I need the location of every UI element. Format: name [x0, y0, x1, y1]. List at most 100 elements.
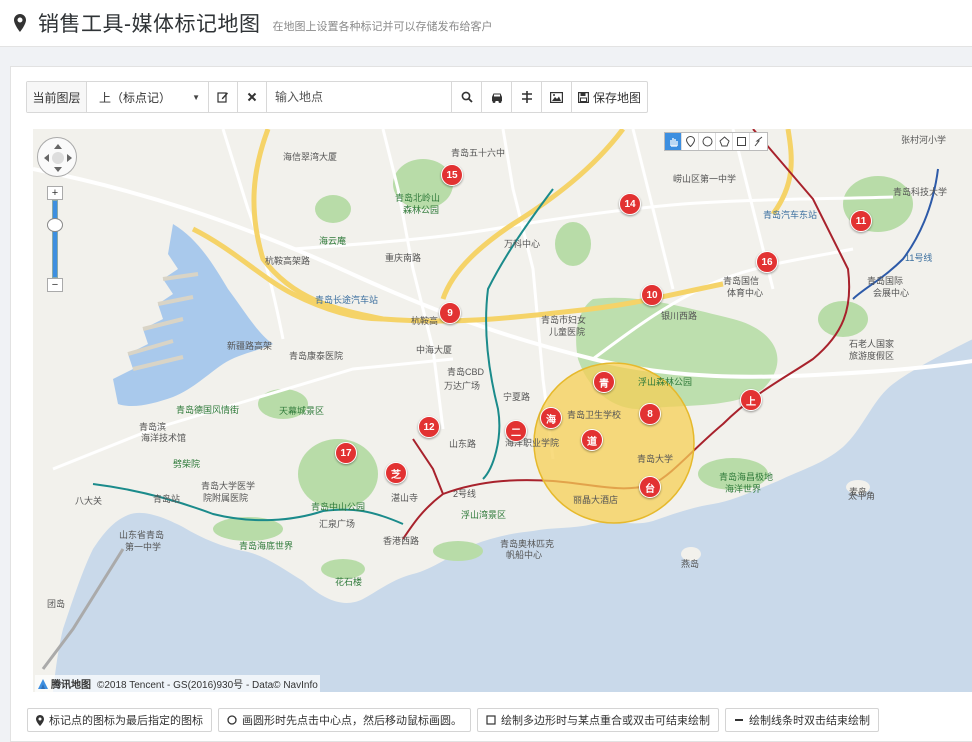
- hint-line: 绘制线条时双击结束绘制: [725, 708, 879, 732]
- poi-label: 青岛五十六中: [451, 148, 506, 158]
- page-subtitle: 在地图上设置各种标记并可以存储发布给客户: [272, 21, 493, 33]
- layer-select[interactable]: 上（标点记） ▼: [87, 82, 209, 112]
- hand-icon: [669, 138, 678, 147]
- map-marker[interactable]: 10: [641, 284, 663, 306]
- map-marker[interactable]: 15: [441, 164, 463, 186]
- poi-label: 院附属医院: [203, 493, 249, 503]
- road-button[interactable]: [512, 82, 542, 112]
- poi-label: 儿童医院: [549, 327, 586, 337]
- polyline-tool[interactable]: [750, 133, 767, 150]
- poi-label: 青岛汽车东站: [763, 210, 818, 220]
- hint-polygon: 绘制多边形时与某点重合或双击可结束绘制: [477, 708, 719, 732]
- drive-route-button[interactable]: [482, 82, 512, 112]
- hint-circle: 画圆形时先点击中心点，然后移动鼠标画圆。: [218, 708, 471, 732]
- rectangle-tool[interactable]: [733, 133, 750, 150]
- poi-label: 青岛康泰医院: [289, 351, 344, 361]
- map-marker[interactable]: 11: [850, 210, 872, 232]
- poi-label: 青岛科技大学: [893, 187, 948, 197]
- car-icon: [491, 93, 502, 103]
- map-marker[interactable]: 道: [581, 429, 603, 451]
- search-icon: [461, 91, 473, 103]
- map-canvas[interactable]: + − 海信翠湾大厦 青岛五十六中 青岛北岭山 森林公园 海云庵 万科中心 崂山…: [33, 129, 972, 692]
- poi-label: 八大关: [75, 496, 103, 506]
- poi-label: 万科中心: [504, 239, 541, 249]
- map-marker[interactable]: 芝: [385, 462, 407, 484]
- poi-label: 旅游度假区: [849, 351, 895, 361]
- map-marker[interactable]: 12: [418, 416, 440, 438]
- map-marker[interactable]: 16: [756, 251, 778, 273]
- tencent-map-icon: [38, 678, 48, 689]
- zoom-track[interactable]: [52, 200, 58, 278]
- map-base-layer: [33, 129, 972, 692]
- poi-label: 海信翠湾大厦: [283, 152, 338, 162]
- marker-tool[interactable]: [682, 133, 699, 150]
- poi-label: 2号线: [453, 489, 477, 499]
- circle-icon: [227, 715, 237, 725]
- poi-label: 银川西路: [661, 311, 698, 321]
- poi-label: 燕岛: [681, 559, 700, 569]
- polygon-icon: [718, 136, 730, 147]
- copyright-text: ©2018 Tencent - GS(2016)930号 - Data© Nav…: [97, 680, 318, 691]
- map-marker[interactable]: 二: [505, 420, 527, 442]
- poi-label: 花石楼: [335, 577, 363, 587]
- map-marker[interactable]: 8: [639, 403, 661, 425]
- poi-label: 帆船中心: [506, 550, 543, 560]
- location-field[interactable]: [267, 82, 452, 112]
- map-marker[interactable]: 上: [740, 389, 762, 411]
- line-icon: [735, 719, 743, 721]
- road-icon: [521, 91, 532, 103]
- zoom-out-button[interactable]: −: [47, 278, 63, 292]
- poi-label: 浮山森林公园: [638, 377, 693, 387]
- image-button[interactable]: [542, 82, 572, 112]
- map-marker[interactable]: 青: [593, 371, 615, 393]
- poi-label: 青岛卫生学校: [567, 410, 622, 420]
- map-copyright: 腾讯地图 ©2018 Tencent - GS(2016)930号 - Data…: [35, 675, 320, 692]
- layer-label: 当前图层: [27, 82, 87, 112]
- drawing-hints: 标记点的图标为最后指定的图标 画圆形时先点击中心点，然后移动鼠标画圆。 绘制多边…: [27, 708, 879, 732]
- delete-layer-button[interactable]: [238, 82, 267, 112]
- map-marker[interactable]: 海: [540, 407, 562, 429]
- map-toolbar: 当前图层 上（标点记） ▼ 保存地图: [26, 81, 648, 113]
- search-button[interactable]: [452, 82, 482, 112]
- map-marker[interactable]: 14: [619, 193, 641, 215]
- circle-icon: [702, 136, 712, 147]
- poi-label: 11号线: [905, 253, 933, 263]
- polygon-tool[interactable]: [716, 133, 733, 150]
- poi-label: 天幕城景区: [279, 406, 325, 416]
- poi-label: 张村河小学: [901, 135, 947, 145]
- location-input[interactable]: [275, 90, 445, 104]
- polyline-icon: [754, 136, 763, 147]
- poi-label: 青岛长途汽车站: [315, 295, 379, 305]
- poi-label: 万达广场: [444, 381, 481, 391]
- poi-label: 海洋技术馆: [141, 433, 187, 443]
- circle-tool[interactable]: [699, 133, 716, 150]
- hand-tool[interactable]: [665, 133, 682, 150]
- page-header: 销售工具-媒体标记地图 在地图上设置各种标记并可以存储发布给客户: [0, 0, 972, 47]
- poi-label: 崂山区第一中学: [673, 174, 737, 184]
- poi-label: 体育中心: [727, 288, 764, 298]
- poi-label: 青岛中山公园: [311, 502, 366, 512]
- zoom-slider-handle[interactable]: [47, 218, 63, 232]
- save-map-label: 保存地图: [592, 90, 641, 105]
- poi-label: 山东路: [449, 439, 477, 449]
- pan-control[interactable]: [37, 137, 77, 177]
- save-map-button[interactable]: 保存地图: [572, 82, 647, 112]
- poi-label: 香港西路: [383, 536, 420, 546]
- poi-label: 杭鞍高: [411, 316, 439, 326]
- map-marker[interactable]: 9: [439, 302, 461, 324]
- poi-label: 新疆路高架: [227, 341, 273, 351]
- map-marker[interactable]: 17: [335, 442, 357, 464]
- edit-layer-button[interactable]: [209, 82, 238, 112]
- poi-label: 浮山湾景区: [461, 510, 507, 520]
- poi-label: 汇泉广场: [319, 519, 356, 529]
- poi-label: 海洋世界: [725, 484, 762, 494]
- poi-label: 森林公园: [403, 205, 440, 215]
- zoom-in-button[interactable]: +: [47, 186, 63, 200]
- map-marker[interactable]: 台: [639, 476, 661, 498]
- drawing-toolbar: [664, 132, 768, 151]
- poi-label: 青岛大学: [637, 454, 674, 464]
- square-icon: [486, 715, 496, 725]
- poi-label: 青岛德国风情街: [176, 405, 240, 415]
- save-icon: [577, 91, 589, 103]
- zoom-control: + −: [47, 186, 63, 292]
